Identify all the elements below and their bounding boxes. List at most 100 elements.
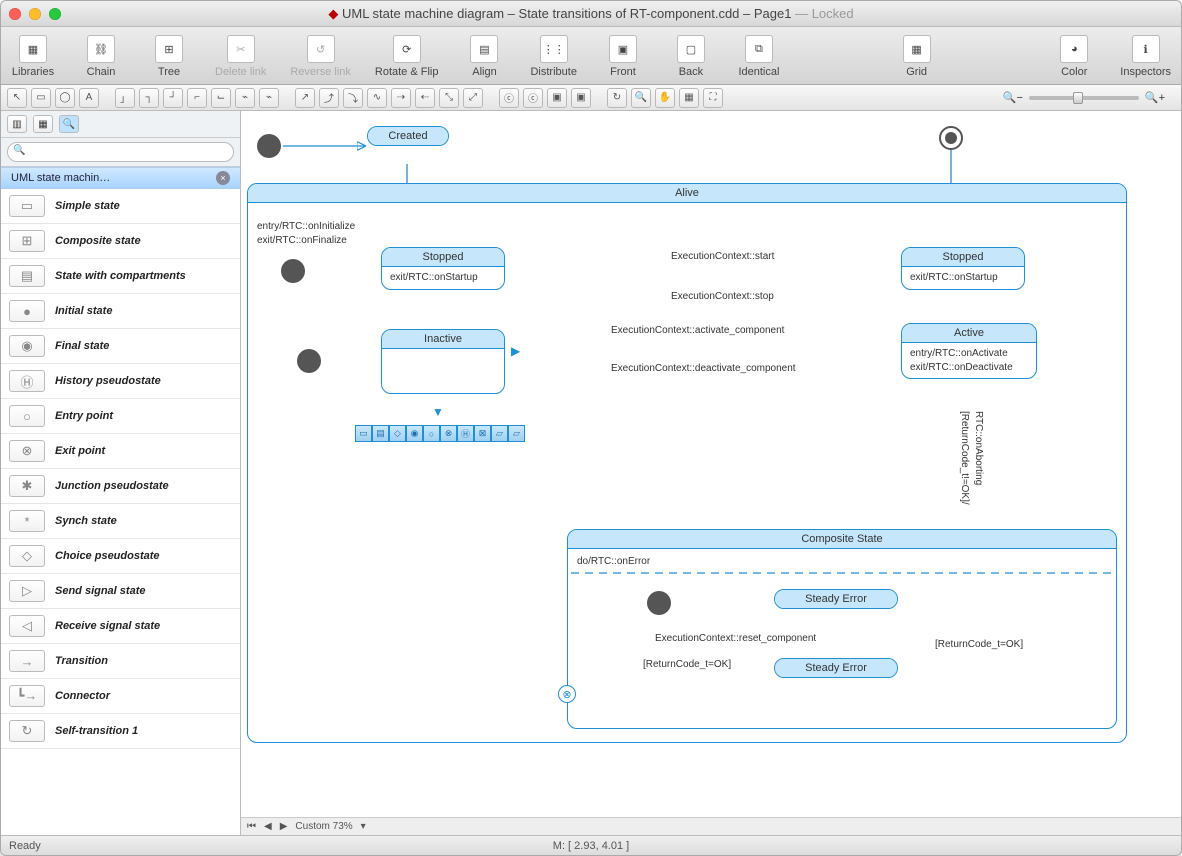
mini-send-icon[interactable]: ▱ — [491, 425, 508, 442]
page-nav-first-icon[interactable]: ⏮ — [247, 821, 256, 832]
ribbon-tool-button[interactable]: ⌙ — [211, 88, 231, 108]
mini-recv-icon[interactable]: ▱ — [508, 425, 525, 442]
grid-button[interactable]: ▦Grid — [895, 35, 939, 78]
ribbon-tool-button[interactable]: ▦ — [679, 88, 699, 108]
diagram-surface[interactable]: Created Alive entry/RTC::onInitialize ex… — [241, 111, 1181, 835]
state-stopped-2[interactable]: Stopped exit/RTC::onStartup — [901, 247, 1025, 290]
ribbon-tool-button[interactable]: ⇠ — [415, 88, 435, 108]
palette-item[interactable]: ◁Receive signal state — [1, 609, 240, 644]
canvas[interactable]: Created Alive entry/RTC::onInitialize ex… — [241, 111, 1181, 835]
category-close-icon[interactable]: × — [216, 171, 230, 185]
initial-state-top[interactable] — [257, 134, 281, 158]
palette-item[interactable]: ▤State with compartments — [1, 259, 240, 294]
mini-entry-icon[interactable]: ○ — [423, 425, 440, 442]
distribute-button[interactable]: ⋮⋮Distribute — [530, 35, 576, 78]
initial-state-composite[interactable] — [647, 591, 671, 615]
palette-item[interactable]: ●Initial state — [1, 294, 240, 329]
ribbon-tool-button[interactable]: ⇢ — [391, 88, 411, 108]
mini-junction-icon[interactable]: ⊠ — [474, 425, 491, 442]
titlebar[interactable]: ◆ UML state machine diagram – State tran… — [1, 1, 1181, 27]
ribbon-tool-button[interactable]: ▭ — [31, 88, 51, 108]
ribbon-tool-button[interactable]: ▣ — [571, 88, 591, 108]
zoom-out-icon[interactable]: 🔍− — [1003, 91, 1023, 104]
palette-item[interactable]: ▭Simple state — [1, 189, 240, 224]
minimize-window-button[interactable] — [29, 8, 41, 20]
chain-button[interactable]: ⛓Chain — [79, 35, 123, 78]
palette-item[interactable]: ┗→Connector — [1, 679, 240, 714]
front-button[interactable]: ▣Front — [601, 35, 645, 78]
palette-category-header[interactable]: UML state machin… × — [1, 167, 240, 189]
search-input[interactable] — [7, 142, 234, 162]
state-inactive[interactable]: Inactive — [381, 329, 505, 394]
ribbon-tool-button[interactable]: ↻ — [607, 88, 627, 108]
library-tab-button[interactable]: ▥ — [7, 115, 27, 133]
palette-item[interactable]: ↻Self-transition 1 — [1, 714, 240, 749]
exit-point[interactable]: ⊗ — [558, 685, 576, 703]
ribbon-tool-button[interactable]: ∿ — [367, 88, 387, 108]
state-steady-error-2[interactable]: Steady Error — [774, 658, 898, 678]
mini-hist-icon[interactable]: Ⓗ — [457, 425, 474, 442]
mini-rect-icon[interactable]: ▭ — [355, 425, 372, 442]
reverse-link-button[interactable]: ↺Reverse link — [290, 35, 351, 78]
ribbon-tool-button[interactable]: ⤡ — [439, 88, 459, 108]
palette-item[interactable]: ⊞Composite state — [1, 224, 240, 259]
page-nav-prev-icon[interactable]: ◀ — [264, 821, 272, 832]
identical-button[interactable]: ⧉Identical — [737, 35, 781, 78]
zoom-stepper-icon[interactable]: ▾ — [361, 821, 366, 832]
ribbon-tool-button[interactable]: ⤢ — [463, 88, 483, 108]
palette-item[interactable]: *Synch state — [1, 504, 240, 539]
ribbon-tool-button[interactable]: ┘ — [163, 88, 183, 108]
mini-exit-icon[interactable]: ⊗ — [440, 425, 457, 442]
ribbon-tool-button[interactable]: ⓒ — [499, 88, 519, 108]
page-nav-next-icon[interactable]: ▶ — [280, 821, 288, 832]
ribbon-tool-button[interactable]: ⤵ — [343, 88, 363, 108]
back-button[interactable]: ▢Back — [669, 35, 713, 78]
color-button[interactable]: ◕Color — [1052, 35, 1096, 78]
rotate-flip-button[interactable]: ⟳Rotate & Flip — [375, 35, 439, 78]
libraries-button[interactable]: ▦Libraries — [11, 35, 55, 78]
align-button[interactable]: ▤Align — [462, 35, 506, 78]
ribbon-tool-button[interactable]: ↖ — [7, 88, 27, 108]
palette-item[interactable]: ◇Choice pseudostate — [1, 539, 240, 574]
ribbon-tool-button[interactable]: ┐ — [139, 88, 159, 108]
state-created[interactable]: Created — [367, 126, 449, 146]
ribbon-tool-button[interactable]: ↗ — [295, 88, 315, 108]
mini-choice-icon[interactable]: ◇ — [389, 425, 406, 442]
selection-handle-icon[interactable]: ▼ — [432, 405, 444, 419]
palette-item[interactable]: ▷Send signal state — [1, 574, 240, 609]
close-window-button[interactable] — [9, 8, 21, 20]
ribbon-tool-button[interactable]: ⌐ — [187, 88, 207, 108]
grid-tab-button[interactable]: ▦ — [33, 115, 53, 133]
zoom-label[interactable]: Custom 73% — [295, 821, 352, 832]
final-state[interactable] — [939, 126, 963, 150]
ribbon-tool-button[interactable]: ⤴ — [319, 88, 339, 108]
inspectors-button[interactable]: ℹInspectors — [1120, 35, 1171, 78]
ribbon-tool-button[interactable]: ⌁ — [235, 88, 255, 108]
initial-state-alive[interactable] — [281, 259, 305, 283]
mini-compart-icon[interactable]: ▤ — [372, 425, 389, 442]
state-active[interactable]: Active entry/RTC::onActivateexit/RTC::on… — [901, 323, 1037, 379]
search-tab-button[interactable]: 🔍 — [59, 115, 79, 133]
state-stopped-1[interactable]: Stopped exit/RTC::onStartup — [381, 247, 505, 290]
palette-item[interactable]: ⒽHistory pseudostate — [1, 364, 240, 399]
zoom-in-icon[interactable]: 🔍+ — [1145, 91, 1165, 104]
ribbon-tool-button[interactable]: 🔍 — [631, 88, 651, 108]
delete-link-button[interactable]: ✂Delete link — [215, 35, 266, 78]
zoom-slider[interactable]: 🔍− 🔍+ — [1003, 91, 1165, 104]
palette-item[interactable]: ○Entry point — [1, 399, 240, 434]
selection-handle-icon[interactable]: ▶ — [511, 344, 520, 358]
mini-final-icon[interactable]: ◉ — [406, 425, 423, 442]
palette-item[interactable]: ✱Junction pseudostate — [1, 469, 240, 504]
context-mini-toolbar[interactable]: ▭▤◇◉○⊗Ⓗ⊠▱▱ — [355, 425, 525, 442]
ribbon-tool-button[interactable]: ◯ — [55, 88, 75, 108]
ribbon-tool-button[interactable]: 」 — [115, 88, 135, 108]
ribbon-tool-button[interactable]: ⌁ — [259, 88, 279, 108]
zoom-window-button[interactable] — [49, 8, 61, 20]
ribbon-tool-button[interactable]: A — [79, 88, 99, 108]
tree-button[interactable]: ⊞Tree — [147, 35, 191, 78]
palette-item[interactable]: ⊗Exit point — [1, 434, 240, 469]
ribbon-tool-button[interactable]: ⓒ — [523, 88, 543, 108]
ribbon-tool-button[interactable]: ▣ — [547, 88, 567, 108]
ribbon-tool-button[interactable]: ⛶ — [703, 88, 723, 108]
ribbon-tool-button[interactable]: ✋ — [655, 88, 675, 108]
